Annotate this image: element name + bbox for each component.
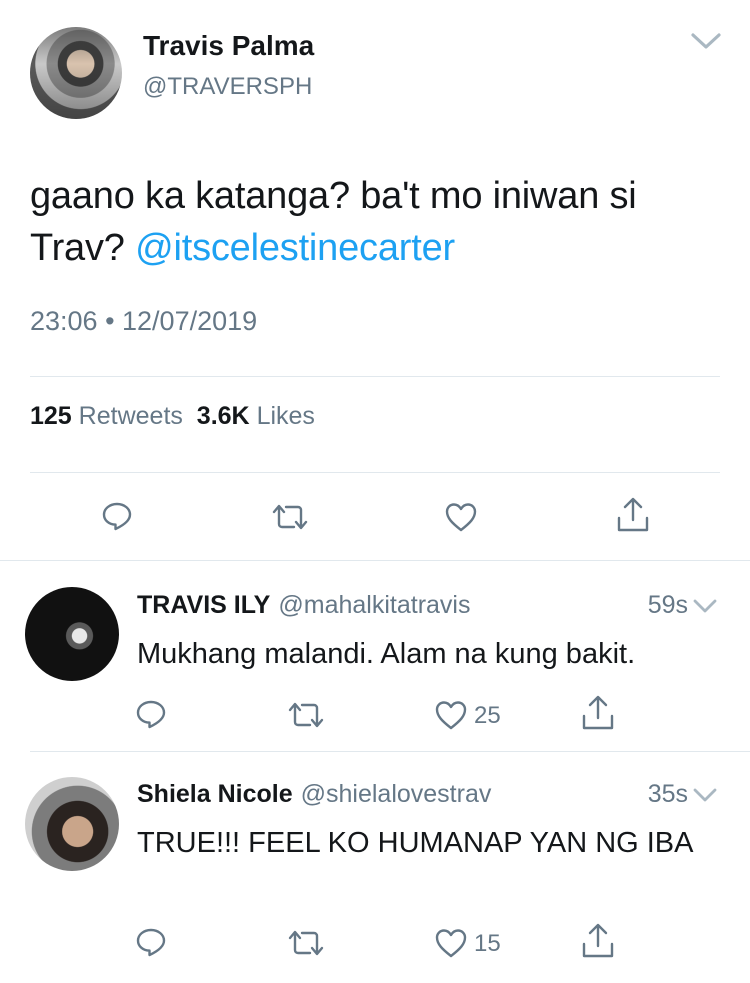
- reply-author-name[interactable]: TRAVIS ILY: [137, 591, 270, 619]
- reply-icon[interactable]: [135, 926, 167, 958]
- reply-time: 59s: [647, 591, 688, 619]
- heart-icon[interactable]: [434, 927, 468, 959]
- retweets-count[interactable]: 125: [30, 402, 72, 430]
- reply-tweet[interactable]: TRAVIS ILY @mahalkitatravis 59s Mukhang m…: [0, 561, 750, 751]
- tweet-stats: 125 Retweets 3.6K Likes: [30, 402, 315, 431]
- tweet-action-bar: [0, 495, 750, 540]
- heart-icon[interactable]: [444, 501, 478, 533]
- retweet-icon[interactable]: [286, 927, 326, 959]
- reply-author-name[interactable]: Shiela Nicole: [137, 780, 293, 808]
- reply-time: 35s: [647, 780, 688, 808]
- like-count: 15: [474, 930, 501, 957]
- reply-text: TRUE!!! FEEL KO HUMANAP YAN NG IBA: [137, 827, 694, 859]
- reply-avatar[interactable]: [25, 777, 119, 871]
- like-count: 25: [474, 702, 501, 729]
- chevron-down-icon[interactable]: [690, 30, 722, 52]
- reply-author: TRAVIS ILY @mahalkitatravis: [137, 591, 470, 620]
- share-icon[interactable]: [581, 923, 615, 959]
- mention-link[interactable]: @itscelestinecarter: [135, 227, 455, 269]
- likes-count[interactable]: 3.6K: [197, 402, 250, 430]
- reply-author-handle[interactable]: @mahalkitatravis: [278, 591, 470, 619]
- chevron-down-icon[interactable]: [692, 597, 718, 615]
- reply-icon[interactable]: [135, 698, 167, 730]
- reply-avatar[interactable]: [25, 587, 119, 681]
- author-avatar[interactable]: [30, 27, 122, 119]
- main-tweet: Travis Palma @TRAVERSPH gaano ka katanga…: [0, 0, 750, 560]
- author-name[interactable]: Travis Palma: [143, 30, 314, 62]
- share-icon[interactable]: [581, 695, 615, 731]
- likes-label[interactable]: Likes: [257, 402, 315, 430]
- retweet-icon[interactable]: [270, 501, 310, 533]
- reply-tweet[interactable]: Shiela Nicole @shielalovestrav 35s TRUE!!…: [0, 752, 750, 983]
- reply-author-handle[interactable]: @shielalovestrav: [301, 780, 492, 808]
- reply-icon[interactable]: [101, 500, 133, 532]
- tweet-timestamp[interactable]: 23:06 • 12/07/2019: [30, 306, 257, 337]
- retweets-label[interactable]: Retweets: [79, 402, 183, 430]
- author-handle[interactable]: @TRAVERSPH: [143, 73, 312, 101]
- heart-icon[interactable]: [434, 699, 468, 731]
- chevron-down-icon[interactable]: [692, 786, 718, 804]
- reply-text: Mukhang malandi. Alam na kung bakit.: [137, 638, 636, 670]
- retweet-icon[interactable]: [286, 699, 326, 731]
- tweet-text: gaano ka katanga? ba't mo iniwan si Trav…: [30, 170, 720, 274]
- divider: [30, 472, 720, 473]
- share-icon[interactable]: [616, 497, 650, 533]
- divider: [30, 376, 720, 377]
- reply-author: Shiela Nicole @shielalovestrav: [137, 780, 491, 809]
